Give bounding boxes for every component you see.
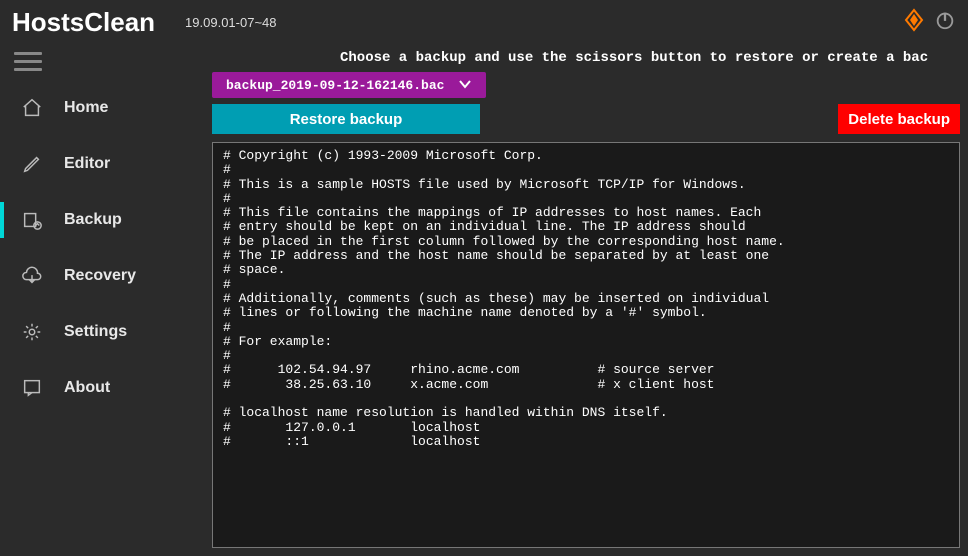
about-icon: [18, 374, 46, 402]
pencil-icon: [18, 150, 46, 178]
backup-dropdown[interactable]: backup_2019-09-12-162146.bac: [212, 72, 486, 98]
instruction-text: Choose a backup and use the scissors but…: [210, 44, 962, 72]
top-bar: HostsClean 19.09.01-07~48: [0, 0, 968, 44]
backup-icon: [18, 206, 46, 234]
sidebar-item-label: Home: [64, 99, 108, 117]
logo-icon[interactable]: [902, 8, 926, 37]
app-version: 19.09.01-07~48: [185, 15, 276, 30]
sidebar-item-label: Settings: [64, 323, 127, 341]
sidebar-item-label: Recovery: [64, 267, 136, 285]
sidebar-item-label: About: [64, 379, 110, 397]
sidebar: Home Editor Backup Recovery Settings Abo…: [0, 80, 200, 556]
sidebar-item-backup[interactable]: Backup: [0, 192, 200, 248]
cloud-icon: [18, 262, 46, 290]
sidebar-item-label: Backup: [64, 211, 122, 229]
backup-dropdown-value: backup_2019-09-12-162146.bac: [226, 78, 444, 93]
sidebar-item-home[interactable]: Home: [0, 80, 200, 136]
sidebar-item-recovery[interactable]: Recovery: [0, 248, 200, 304]
file-preview[interactable]: # Copyright (c) 1993-2009 Microsoft Corp…: [212, 142, 960, 548]
power-icon[interactable]: [934, 9, 956, 36]
home-icon: [18, 94, 46, 122]
action-row: Restore backup Delete backup: [210, 104, 962, 134]
delete-button[interactable]: Delete backup: [838, 104, 960, 134]
sidebar-item-settings[interactable]: Settings: [0, 304, 200, 360]
main-area: Choose a backup and use the scissors but…: [210, 44, 968, 556]
restore-button[interactable]: Restore backup: [212, 104, 480, 134]
gear-icon: [18, 318, 46, 346]
menu-toggle[interactable]: [14, 52, 42, 72]
sidebar-item-about[interactable]: About: [0, 360, 200, 416]
sidebar-item-editor[interactable]: Editor: [0, 136, 200, 192]
chevron-down-icon: [458, 76, 472, 94]
app-title: HostsClean: [12, 7, 155, 38]
sidebar-item-label: Editor: [64, 155, 110, 173]
